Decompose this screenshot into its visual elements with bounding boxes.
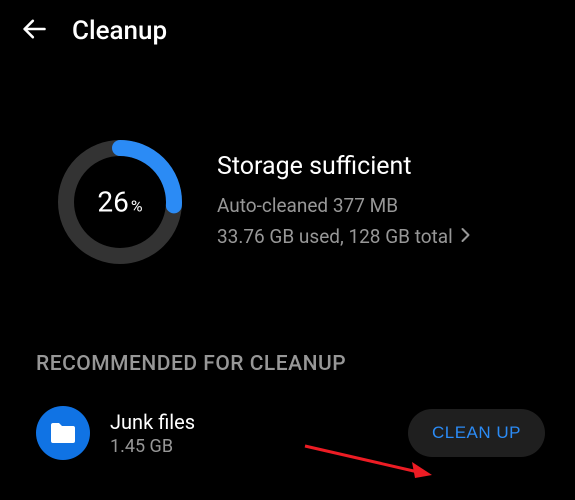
storage-status-title: Storage sufficient — [217, 152, 545, 181]
storage-autoclean: Auto-cleaned 377 MB — [217, 191, 545, 221]
storage-detail: 33.76 GB used, 128 GB total — [217, 222, 453, 252]
folder-icon — [36, 406, 90, 460]
header: Cleanup — [0, 0, 575, 62]
donut-center: 26 % — [97, 186, 142, 219]
storage-section[interactable]: 26 % Storage sufficient Auto-cleaned 377… — [0, 62, 575, 297]
chevron-right-icon — [461, 227, 470, 247]
clean-up-button[interactable]: CLEAN UP — [408, 409, 545, 457]
storage-donut-chart: 26 % — [55, 137, 185, 267]
junk-files-item[interactable]: Junk files 1.45 GB CLEAN UP — [0, 396, 575, 470]
page-title: Cleanup — [72, 16, 167, 46]
back-icon[interactable] — [20, 15, 48, 47]
recommended-title: RECOMMENDED FOR CLEANUP — [0, 297, 575, 396]
percent-value: 26 — [97, 186, 128, 219]
junk-files-text: Junk files 1.45 GB — [110, 410, 388, 457]
percent-unit: % — [131, 197, 143, 216]
storage-info: Storage sufficient Auto-cleaned 377 MB 3… — [217, 152, 545, 252]
junk-files-title: Junk files — [110, 410, 388, 434]
storage-detail-row: 33.76 GB used, 128 GB total — [217, 222, 545, 252]
junk-files-size: 1.45 GB — [110, 436, 388, 457]
